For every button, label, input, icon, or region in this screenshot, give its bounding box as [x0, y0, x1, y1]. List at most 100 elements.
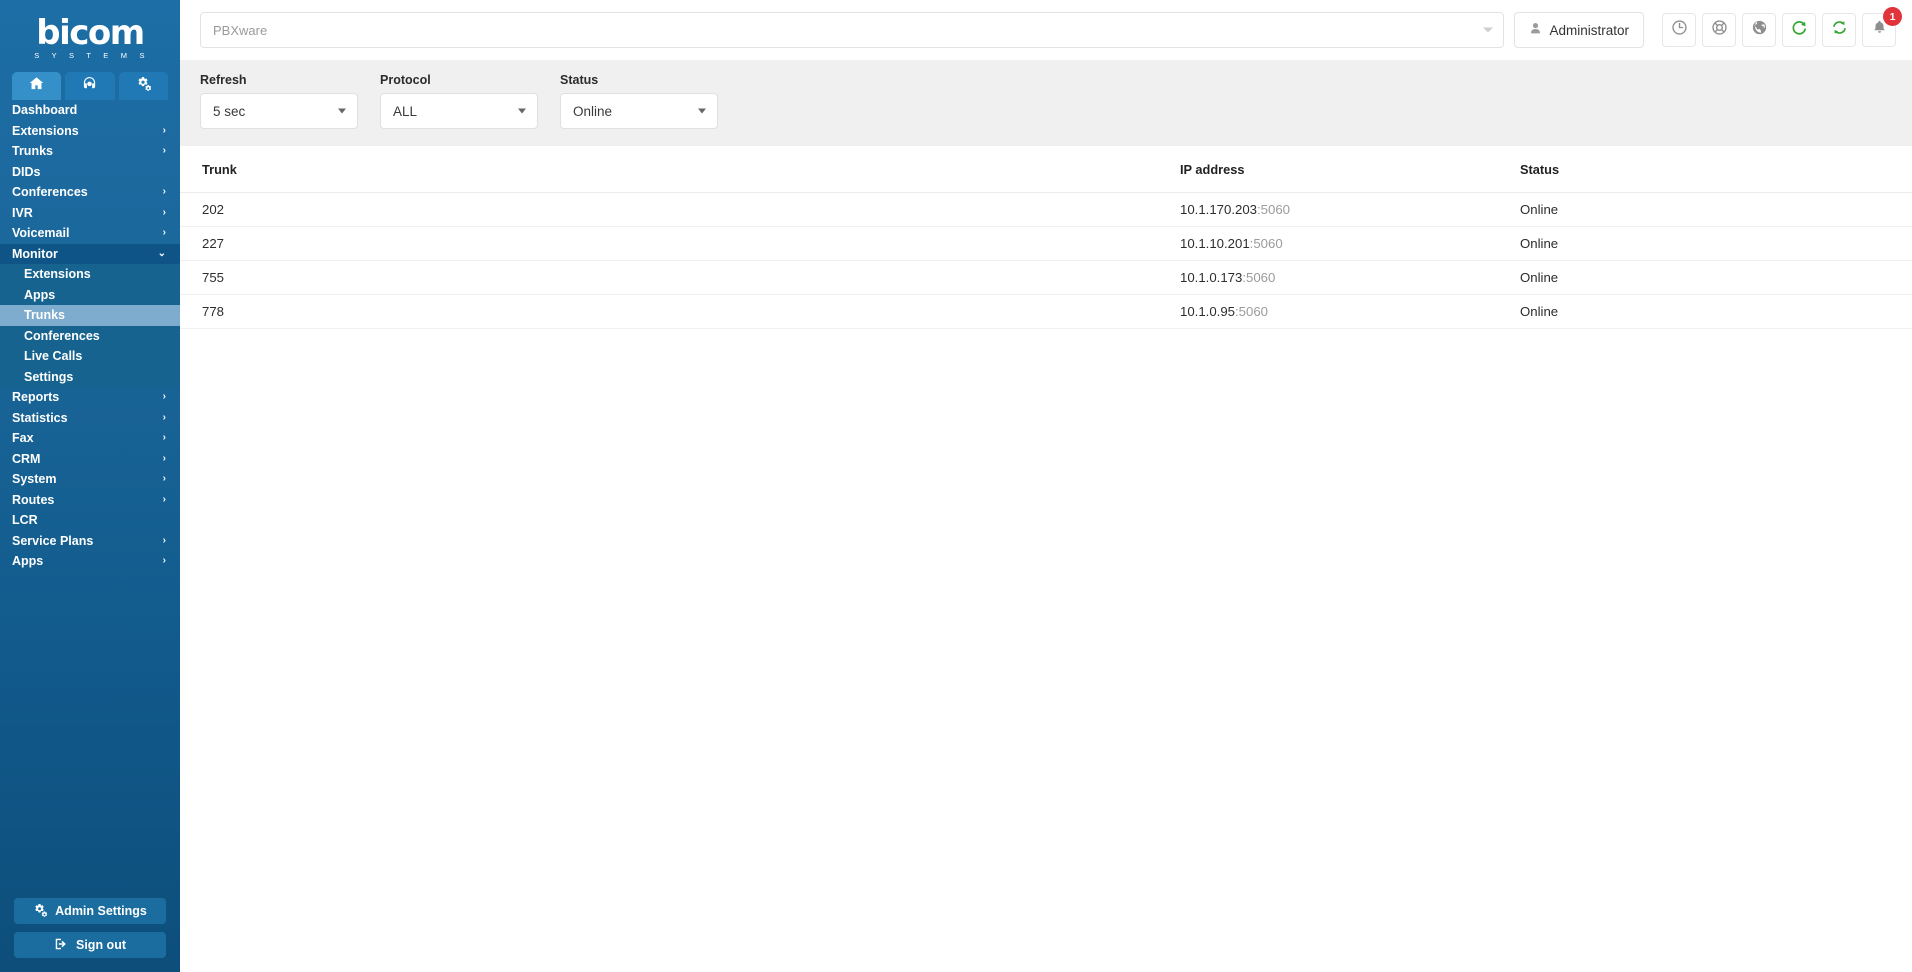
lifebuoy-icon	[1711, 19, 1728, 41]
sidebar-subitem-extensions[interactable]: Extensions	[0, 264, 180, 285]
sidebar-item-ivr[interactable]: IVR ›	[0, 203, 180, 224]
table-header-row: Trunk IP address Status	[180, 146, 1912, 193]
sign-out-icon	[54, 937, 68, 954]
table-row[interactable]: 202 10.1.170.203:5060 Online	[180, 192, 1912, 227]
sidebar-item-conferences[interactable]: Conferences ›	[0, 182, 180, 203]
protocol-select[interactable]: ALL	[380, 93, 538, 129]
sidebar-footer: Admin Settings Sign out	[0, 890, 180, 972]
sidebar-subitem-trunks[interactable]: Trunks	[0, 305, 180, 326]
ip-port: :5060	[1249, 236, 1283, 251]
filter-refresh-label: Refresh	[200, 73, 247, 87]
column-header-ip-address[interactable]: IP address	[1180, 146, 1520, 193]
top-bar: PBXware Administrator 1	[180, 0, 1912, 60]
cell-trunk: 227	[180, 226, 1180, 261]
chevron-down-icon	[698, 108, 706, 114]
sidebar-item-service-plans[interactable]: Service Plans ›	[0, 531, 180, 552]
cell-status: Online	[1520, 260, 1912, 295]
sidebar-item-dids[interactable]: DIDs	[0, 162, 180, 183]
cell-ip-address: 10.1.0.173:5060	[1180, 260, 1520, 295]
status-select-value: Online	[573, 103, 613, 119]
filter-refresh: Refresh 5 sec	[200, 73, 358, 129]
refresh-select[interactable]: 5 sec	[200, 93, 358, 129]
cell-status: Online	[1520, 226, 1912, 261]
sidebar-item-label: System	[12, 472, 57, 486]
brand-tagline: S Y S T E M S	[34, 51, 150, 61]
sidebar-item-label: Trunks	[12, 144, 53, 158]
sidebar-tab-home[interactable]	[12, 72, 62, 100]
sidebar-item-label: Extensions	[12, 123, 79, 138]
filter-status: Status Online	[560, 73, 718, 129]
sidebar-item-voicemail[interactable]: Voicemail ›	[0, 223, 180, 244]
sidebar-tab-settings[interactable]	[118, 72, 168, 100]
table-row[interactable]: 227 10.1.10.201:5060 Online	[180, 226, 1912, 261]
sidebar-item-routes[interactable]: Routes ›	[0, 490, 180, 511]
sync-button[interactable]	[1822, 13, 1856, 47]
trunks-table: Trunk IP address Status 202 10.1.170.203…	[180, 146, 1912, 329]
cell-ip-address: 10.1.0.95:5060	[1180, 294, 1520, 329]
sidebar-item-reports[interactable]: Reports ›	[0, 387, 180, 408]
sidebar-item-lcr[interactable]: LCR	[0, 510, 180, 531]
chevron-right-icon: ›	[162, 493, 166, 505]
sidebar-submenu-monitor: Extensions Apps Trunks Conferences Live …	[0, 264, 180, 387]
cell-trunk: 202	[180, 192, 1180, 227]
chevron-right-icon: ›	[162, 145, 166, 156]
globe-icon	[1751, 19, 1768, 41]
sidebar: bicom S Y S T E M S Dashboard Extensions…	[0, 0, 180, 972]
table-row[interactable]: 755 10.1.0.173:5060 Online	[180, 260, 1912, 295]
sidebar-item-trunks[interactable]: Trunks ›	[0, 141, 180, 162]
gears-icon	[136, 76, 151, 96]
sidebar-subitem-conferences[interactable]: Conferences	[0, 326, 180, 347]
sidebar-item-statistics[interactable]: Statistics ›	[0, 408, 180, 429]
sidebar-subitem-live-calls[interactable]: Live Calls	[0, 346, 180, 367]
sidebar-item-system[interactable]: System ›	[0, 469, 180, 490]
column-header-status[interactable]: Status	[1520, 146, 1912, 193]
main-content: PBXware Administrator 1 Refresh 5 sec Pr…	[180, 0, 1912, 972]
sidebar-item-label: Service Plans	[12, 533, 94, 548]
sidebar-subitem-apps[interactable]: Apps	[0, 285, 180, 306]
sidebar-item-label: CRM	[12, 451, 41, 466]
filter-protocol: Protocol ALL	[380, 73, 538, 129]
clock-button[interactable]	[1662, 13, 1696, 47]
refresh-select-value: 5 sec	[213, 103, 246, 119]
table-body: 202 10.1.170.203:5060 Online 227 10.1.10…	[180, 192, 1912, 329]
reload-button[interactable]	[1782, 13, 1816, 47]
cell-ip-address: 10.1.10.201:5060	[1180, 226, 1520, 261]
sidebar-item-label: Monitor	[12, 246, 58, 261]
brand-logo[interactable]: bicom S Y S T E M S	[0, 0, 180, 72]
sidebar-item-label: Routes	[12, 492, 55, 507]
sign-out-label: Sign out	[76, 938, 126, 952]
column-header-trunk[interactable]: Trunk	[180, 146, 1180, 193]
tenant-select-value: PBXware	[213, 22, 268, 38]
chevron-right-icon: ›	[162, 452, 166, 464]
admin-settings-label: Admin Settings	[55, 904, 147, 918]
sidebar-item-crm[interactable]: CRM ›	[0, 449, 180, 470]
notifications-button[interactable]: 1	[1862, 7, 1902, 47]
admin-settings-button[interactable]: Admin Settings	[14, 898, 166, 924]
chevron-right-icon: ›	[162, 555, 166, 566]
sidebar-item-label: Fax	[12, 431, 34, 445]
user-label: Administrator	[1549, 22, 1629, 38]
gears-icon	[33, 903, 48, 920]
sidebar-item-label: DIDs	[12, 164, 41, 179]
user-menu-button[interactable]: Administrator	[1514, 12, 1644, 48]
chevron-right-icon: ›	[162, 534, 166, 546]
cell-trunk: 778	[180, 294, 1180, 329]
ip-port: :5060	[1235, 304, 1269, 319]
table-row[interactable]: 778 10.1.0.95:5060 Online	[180, 294, 1912, 329]
ip-value: 10.1.0.95	[1180, 304, 1235, 319]
tenant-select[interactable]: PBXware	[200, 12, 1505, 48]
sidebar-item-extensions[interactable]: Extensions ›	[0, 121, 180, 142]
sidebar-tab-support[interactable]	[65, 72, 115, 100]
globe-button[interactable]	[1742, 13, 1776, 47]
sidebar-item-apps[interactable]: Apps ›	[0, 551, 180, 572]
filter-bar: Refresh 5 sec Protocol ALL Status Online	[180, 60, 1912, 146]
sidebar-subitem-settings[interactable]: Settings	[0, 367, 180, 388]
sidebar-item-monitor[interactable]: Monitor ⌄	[0, 243, 180, 264]
sign-out-button[interactable]: Sign out	[14, 932, 166, 958]
sidebar-item-fax[interactable]: Fax ›	[0, 428, 180, 449]
status-select[interactable]: Online	[560, 93, 718, 129]
sidebar-item-dashboard[interactable]: Dashboard	[0, 100, 180, 121]
sidebar-item-label: LCR	[12, 513, 38, 527]
support-button[interactable]	[1702, 13, 1736, 47]
notification-badge: 1	[1883, 7, 1902, 26]
